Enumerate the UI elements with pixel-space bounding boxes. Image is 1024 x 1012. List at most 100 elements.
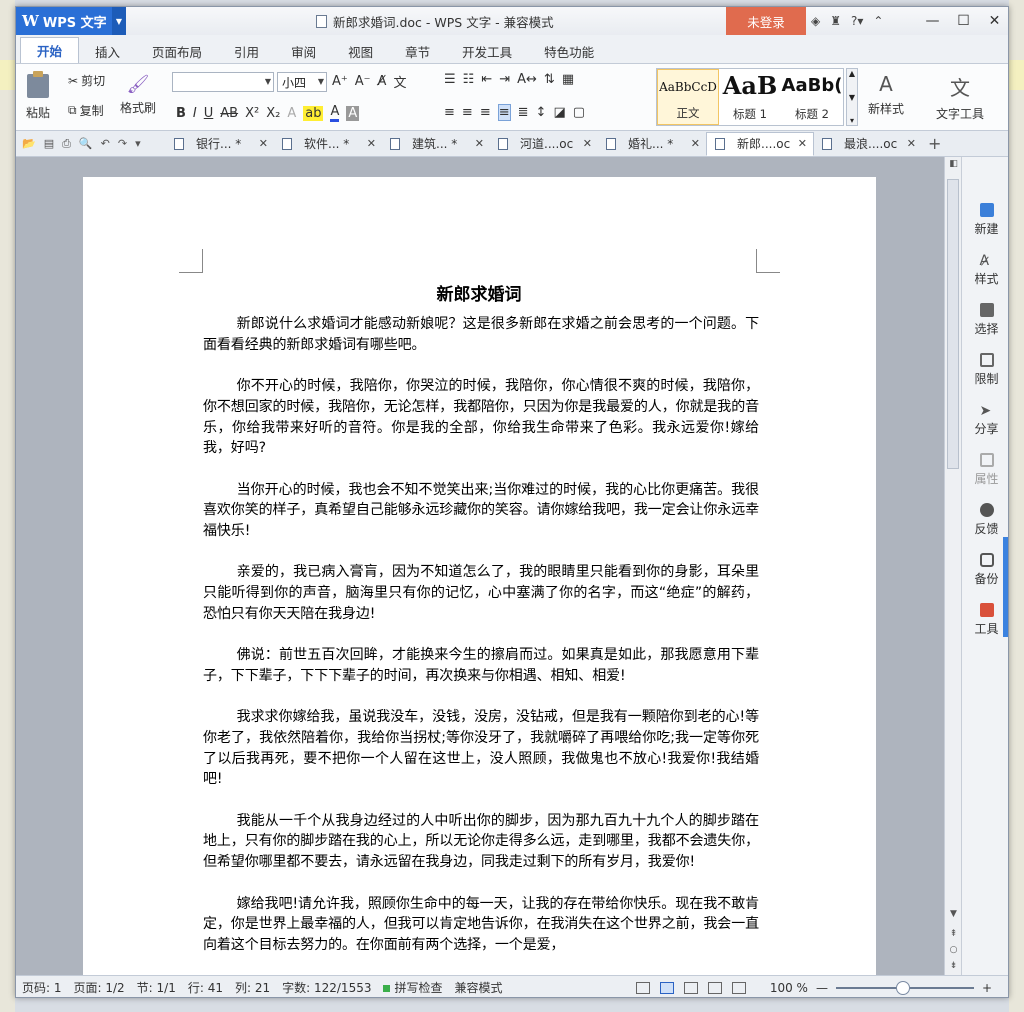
side-properties[interactable]: 属性 — [962, 453, 1008, 487]
ruler-toggle-icon[interactable]: ◧ — [945, 159, 962, 169]
font-name-select[interactable]: ▼ — [172, 72, 274, 92]
highlight-icon[interactable]: ab — [303, 105, 324, 121]
line-spacing-icon[interactable]: ↕ — [536, 105, 547, 120]
shrink-font-icon[interactable]: A⁻ — [355, 74, 371, 89]
login-button[interactable]: 未登录 — [726, 7, 806, 35]
zoom-out-icon[interactable]: — — [816, 981, 828, 995]
document-tab-active[interactable]: 新郎....oc ✕ — [706, 131, 814, 156]
decrease-indent-icon[interactable]: ⇤ — [481, 72, 492, 87]
font-size-select[interactable]: 小四 ▼ — [277, 72, 327, 92]
new-style-button[interactable]: A 新样式 — [868, 72, 904, 117]
copy-button[interactable]: ⧉ 复制 — [68, 102, 104, 119]
cut-button[interactable]: ✂ 剪切 — [68, 72, 105, 89]
document-tab[interactable]: 婚礼... * ✕ — [598, 133, 706, 155]
prev-page-icon[interactable]: ⇞ — [945, 929, 962, 939]
text-effect-icon[interactable]: A — [287, 106, 296, 121]
side-select[interactable]: 选择 — [962, 303, 1008, 337]
close-icon[interactable]: ✕ — [907, 137, 916, 150]
bullet-list-icon[interactable]: ☰ — [444, 72, 456, 87]
reading-view-icon[interactable] — [732, 982, 746, 994]
maximize-icon[interactable]: ☐ — [948, 7, 979, 35]
tab-chapter[interactable]: 章节 — [389, 39, 446, 63]
char-scale-icon[interactable]: A↔ — [517, 72, 537, 87]
close-icon[interactable]: ✕ — [979, 7, 1008, 35]
paste-button[interactable]: 粘贴 — [26, 71, 50, 121]
subscript-icon[interactable]: X₂ — [266, 106, 280, 121]
customize-icon[interactable]: ▾ — [135, 137, 141, 151]
zoom-slider[interactable] — [835, 981, 974, 995]
close-icon[interactable]: ✕ — [367, 137, 376, 150]
spell-check[interactable]: 拼写检查 — [377, 979, 448, 996]
page-view-icon[interactable] — [660, 982, 674, 994]
tab-references[interactable]: 引用 — [218, 39, 275, 63]
superscript-icon[interactable]: X² — [245, 106, 259, 121]
redo-icon[interactable]: ↷ — [118, 137, 127, 151]
grow-font-icon[interactable]: A⁺ — [332, 74, 348, 89]
print-preview-icon[interactable]: 🔍 — [79, 137, 93, 151]
font-color-icon[interactable]: A — [330, 104, 340, 122]
clear-format-icon[interactable]: A̸ — [378, 74, 387, 89]
justify-icon[interactable]: ≡ — [497, 104, 511, 121]
help-icon[interactable]: ?▾ — [851, 14, 863, 28]
side-backup[interactable]: 备份 — [962, 553, 1008, 587]
document-tab[interactable]: 软件... * ✕ — [274, 133, 382, 155]
zoom-in-icon[interactable]: + — [982, 981, 992, 995]
tab-view[interactable]: 视图 — [332, 39, 389, 63]
status-section[interactable]: 节: 1/1 — [131, 979, 182, 996]
increase-indent-icon[interactable]: ⇥ — [499, 72, 510, 87]
document-tab[interactable]: 河道....oc ✕ — [490, 133, 598, 155]
tab-page-layout[interactable]: 页面布局 — [136, 39, 218, 63]
new-tab-icon[interactable]: + — [928, 134, 941, 153]
phonetic-icon[interactable]: 文 — [393, 72, 406, 91]
skin-icon[interactable]: ◈ — [811, 14, 820, 28]
scrollbar-thumb[interactable] — [947, 179, 959, 469]
zoom-knob[interactable] — [895, 981, 910, 995]
minimize-icon[interactable]: — — [917, 7, 948, 35]
style-heading-1[interactable]: AaB 标题 1 — [719, 69, 781, 125]
web-view-icon[interactable] — [708, 982, 722, 994]
vertical-scrollbar[interactable]: ◧ ▼ ⇞ ○ ⇟ — [944, 157, 961, 975]
numbered-list-icon[interactable]: ☷ — [463, 72, 475, 87]
collapse-ribbon-icon[interactable]: ⌃ — [873, 14, 883, 28]
close-icon[interactable]: ✕ — [475, 137, 484, 150]
fullscreen-view-icon[interactable] — [636, 982, 650, 994]
bold-icon[interactable]: B — [176, 106, 186, 121]
close-icon[interactable]: ✕ — [798, 137, 807, 150]
side-style[interactable]: A̷ 样式 — [962, 253, 1008, 287]
distributed-icon[interactable]: ≣ — [518, 105, 529, 120]
undo-icon[interactable]: ↶ — [101, 137, 110, 151]
scroll-down-icon[interactable]: ▼ — [945, 909, 962, 919]
tab-special[interactable]: 特色功能 — [528, 39, 610, 63]
border-icon[interactable]: ▢ — [573, 105, 585, 120]
format-painter-button[interactable]: 🖌 格式刷 — [120, 74, 156, 116]
save-icon[interactable]: ▤ — [44, 137, 54, 151]
app-menu-button[interactable]: W WPS 文字 ▼ — [16, 7, 126, 35]
italic-icon[interactable]: I — [193, 106, 197, 121]
close-icon[interactable]: ✕ — [691, 137, 700, 150]
align-left-icon[interactable]: ≡ — [444, 105, 455, 120]
align-right-icon[interactable]: ≡ — [480, 105, 491, 120]
tab-insert[interactable]: 插入 — [79, 39, 136, 63]
text-tools-button[interactable]: 文 文字工具 — [936, 72, 984, 122]
outline-view-icon[interactable] — [684, 982, 698, 994]
style-gallery-scroll[interactable]: ▲ ▼ ▾ — [846, 68, 858, 126]
tab-home[interactable]: 开始 — [20, 37, 80, 63]
status-words[interactable]: 字数: 122/1553 — [276, 979, 377, 996]
style-heading-2[interactable]: AaBb( 标题 2 — [781, 69, 843, 125]
side-feedback[interactable]: 反馈 — [962, 503, 1008, 537]
select-browse-icon[interactable]: ○ — [945, 945, 962, 955]
sort-icon[interactable]: ⇅ — [544, 72, 555, 87]
tab-developer[interactable]: 开发工具 — [446, 39, 528, 63]
side-share[interactable]: ➤ 分享 — [962, 403, 1008, 437]
document-tab[interactable]: 最浪....oc ✕ — [814, 133, 922, 155]
shading-icon[interactable]: ◪ — [553, 105, 565, 120]
next-page-icon[interactable]: ⇟ — [945, 961, 962, 971]
shirt-icon[interactable]: ♜ — [830, 14, 841, 28]
side-new[interactable]: 新建 — [962, 203, 1008, 237]
print-icon[interactable]: ⎙ — [62, 137, 71, 151]
style-normal[interactable]: AaBbCcD 正文 — [657, 69, 719, 125]
document-tab[interactable]: 银行... * ✕ — [166, 133, 274, 155]
zoom-level[interactable]: 100 % — [770, 981, 808, 995]
open-icon[interactable]: 📂 — [22, 137, 36, 151]
side-tools[interactable]: 工具 — [962, 603, 1008, 637]
